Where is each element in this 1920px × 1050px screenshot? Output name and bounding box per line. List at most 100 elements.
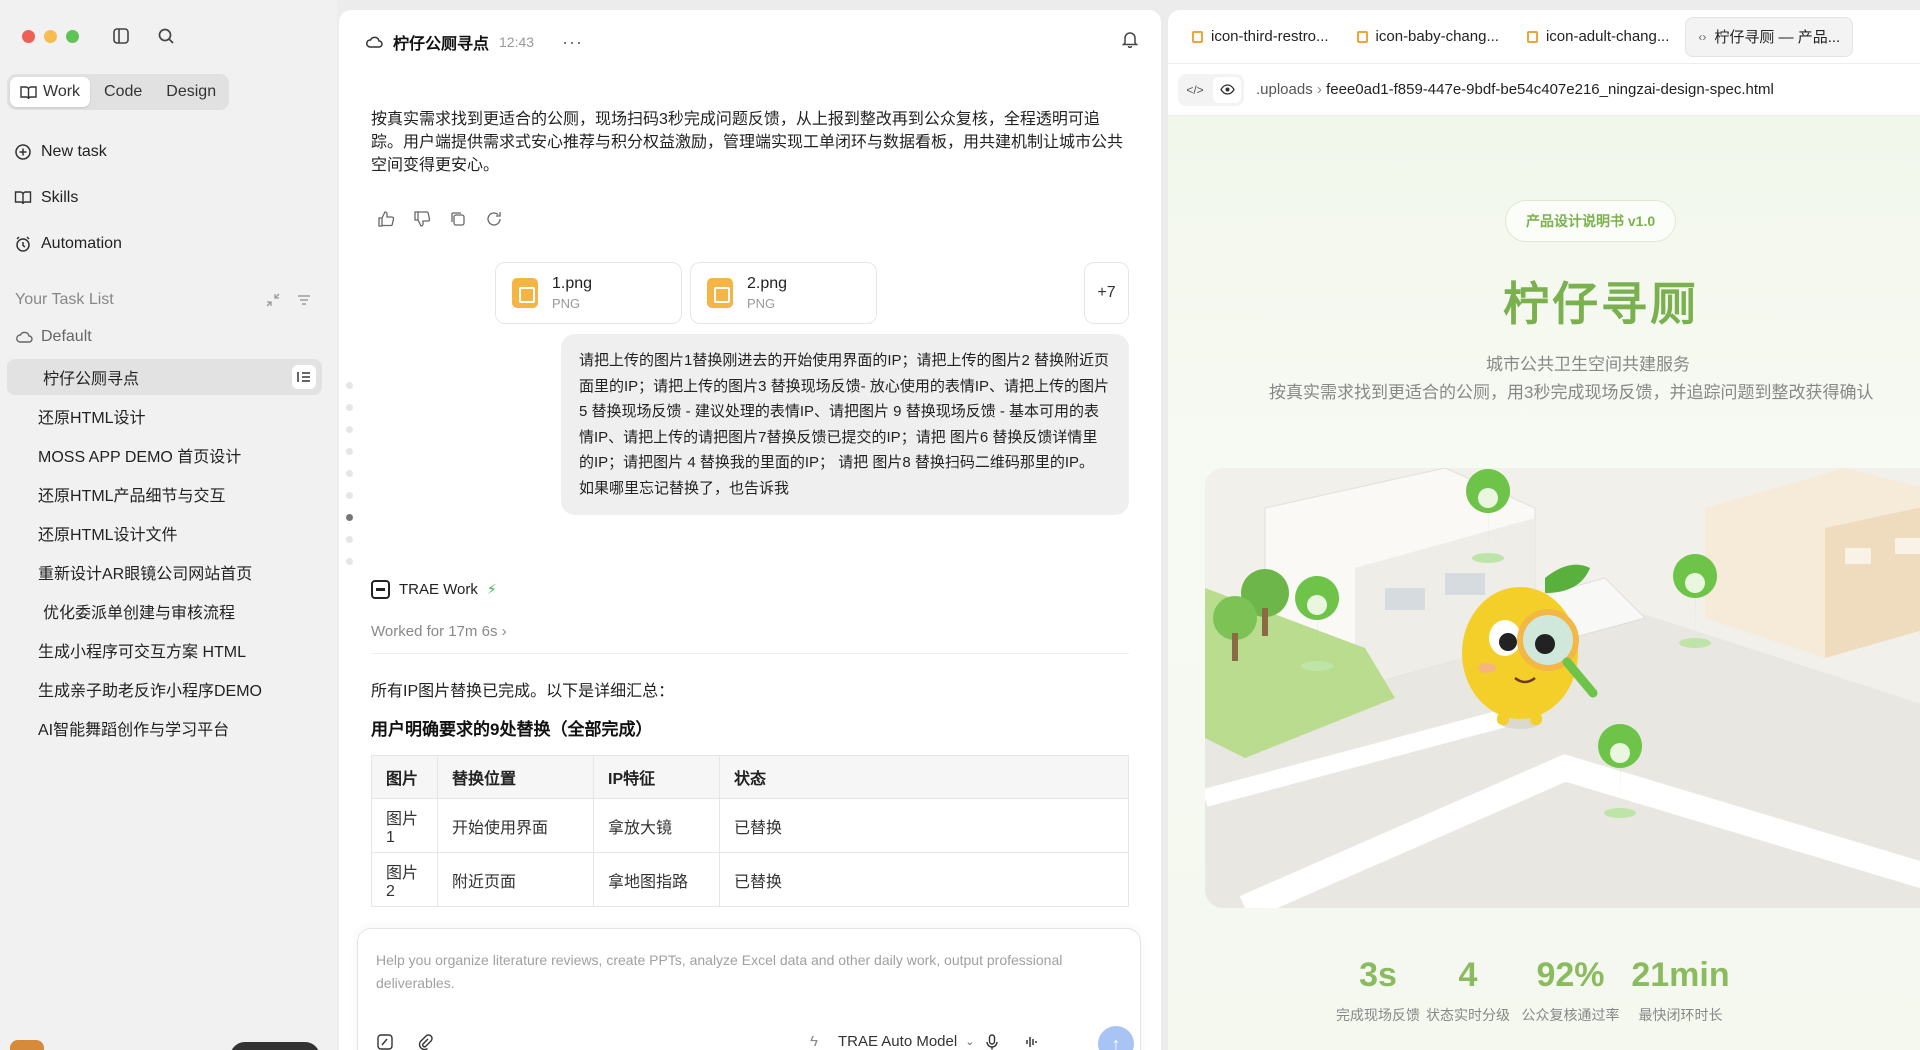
task-item[interactable]: AI智能舞蹈创作与学习平台: [7, 710, 322, 746]
table-cell: 已替换: [719, 852, 1129, 907]
send-button[interactable]: ↑: [1098, 1026, 1134, 1050]
skills-button[interactable]: Skills: [14, 189, 78, 207]
table-cell: 图片1: [371, 798, 438, 853]
task-item-label: 还原HTML设计文件: [38, 527, 178, 544]
task-item-label: 生成亲子助老反诈小程序DEMO: [38, 683, 263, 700]
preview-tab[interactable]: icon-adult-chang...: [1515, 17, 1681, 57]
mode-switch: Work Code Design: [7, 74, 229, 110]
nav-dot[interactable]: [346, 382, 353, 389]
task-item[interactable]: 生成亲子助老反诈小程序DEMO: [7, 671, 322, 707]
voice-wave-icon[interactable]: [1023, 1033, 1041, 1050]
more-attachments-button[interactable]: +7: [1084, 262, 1129, 324]
compose-icon[interactable]: [376, 1033, 394, 1050]
close-window-button[interactable]: [22, 30, 35, 43]
bell-icon[interactable]: [1121, 30, 1139, 48]
table-cell: 拿地图指路: [593, 852, 720, 907]
automation-button[interactable]: Automation: [14, 235, 122, 253]
sidebar: Work Code Design New task Skills Automat…: [0, 0, 337, 1050]
new-task-button[interactable]: New task: [14, 143, 107, 161]
nav-dot-active[interactable]: [346, 514, 353, 521]
mode-design-tab[interactable]: Design: [156, 77, 226, 107]
image-file-icon: [1356, 30, 1368, 43]
nav-dot[interactable]: [346, 404, 353, 411]
address-bar: </> .uploads › feee0ad1-f859-447e-9bdf-b…: [1168, 64, 1920, 116]
breadcrumb: .uploads › feee0ad1-f859-447e-9bdf-be54c…: [1256, 81, 1774, 98]
hero-description: 按真实需求找到更适合的公厕，用3秒完成现场反馈，并追踪问题到整改获得确认: [1269, 383, 1874, 402]
table-cell: 已替换: [719, 798, 1129, 853]
agent-name: TRAE Work: [399, 581, 478, 598]
thumbs-up-icon[interactable]: [377, 210, 395, 228]
prompt-placeholder: Help you organize literature reviews, cr…: [376, 952, 1063, 991]
nav-dot[interactable]: [346, 536, 353, 543]
divider: [371, 653, 1129, 654]
attachment-card[interactable]: 2.png PNG: [690, 262, 877, 324]
attach-icon[interactable]: [416, 1033, 434, 1050]
stat-item: 21min 最快闭环时长: [1623, 956, 1738, 1025]
preview-tab[interactable]: icon-baby-chang...: [1345, 17, 1511, 57]
task-item[interactable]: MOSS APP DEMO 首页设计: [7, 437, 322, 473]
mode-work-tab[interactable]: Work: [10, 77, 91, 107]
minimize-window-button[interactable]: [44, 30, 57, 43]
attachment-name: 2.png: [747, 275, 788, 292]
task-item-label: AI智能舞蹈创作与学习平台: [38, 722, 230, 739]
stat-value: 92%: [1536, 956, 1605, 994]
stat-value: 3s: [1359, 956, 1397, 994]
plus-circle-icon: [15, 144, 31, 160]
breadcrumb-root[interactable]: .uploads: [1256, 81, 1313, 98]
model-name: TRAE Auto Model: [837, 1033, 958, 1050]
task-item[interactable]: 重新设计AR眼镜公司网站首页: [7, 554, 322, 590]
task-item[interactable]: 还原HTML设计文件: [7, 515, 322, 551]
attachment-card[interactable]: 1.png PNG: [495, 262, 682, 324]
worked-for-toggle[interactable]: Worked for 17m 6s ›: [371, 623, 507, 640]
nav-dot[interactable]: [346, 426, 353, 433]
thumbs-down-icon[interactable]: [413, 210, 431, 228]
attachment-type: PNG: [747, 296, 776, 311]
mode-code-label: Code: [104, 83, 143, 100]
search-icon[interactable]: [157, 27, 175, 45]
task-item-label: 还原HTML设计: [38, 410, 146, 427]
nav-dot[interactable]: [346, 558, 353, 565]
nav-dot[interactable]: [346, 470, 353, 477]
maximize-window-button[interactable]: [66, 30, 79, 43]
city-mascot-illustration: [1205, 468, 1920, 908]
nav-dot[interactable]: [346, 492, 353, 499]
model-selector[interactable]: ϟ TRAE Auto Model ⌄: [810, 1033, 974, 1050]
collapse-icon[interactable]: [265, 292, 281, 308]
account-pill[interactable]: [230, 1042, 320, 1050]
chevron-right-icon: ›: [1316, 81, 1327, 98]
table-cell: 开始使用界面: [437, 798, 594, 853]
regenerate-icon[interactable]: [485, 210, 503, 228]
task-item-label: 重新设计AR眼镜公司网站首页: [38, 566, 253, 583]
preview-tab[interactable]: icon-third-restro...: [1180, 17, 1341, 57]
preview-panel: icon-third-restro... icon-baby-chang... …: [1168, 10, 1920, 1050]
prompt-input[interactable]: Help you organize literature reviews, cr…: [357, 928, 1141, 1050]
copy-icon[interactable]: [449, 210, 467, 228]
more-options-button[interactable]: ···: [562, 32, 583, 53]
stat-item: 4 状态实时分级: [1418, 956, 1518, 1025]
task-item[interactable]: 生成小程序可交互方案 HTML: [7, 632, 322, 668]
task-item[interactable]: 还原HTML产品细节与交互: [7, 476, 322, 512]
code-view-button[interactable]: </>: [1181, 77, 1209, 103]
task-item[interactable]: 还原HTML设计: [7, 398, 322, 434]
task-outline-button[interactable]: [292, 365, 316, 389]
summary-text: 所有IP图片替换已完成。以下是详细汇总：: [371, 683, 675, 700]
message-actions: [377, 210, 503, 228]
automation-label: Automation: [41, 235, 122, 252]
table-cell: 图片2: [371, 852, 438, 907]
task-item-label: 还原HTML产品细节与交互: [38, 488, 226, 505]
preview-tab-active[interactable]: ‹› 柠仔寻厕 — 产品...: [1685, 16, 1854, 57]
mode-code-tab[interactable]: Code: [94, 77, 152, 107]
nav-dot[interactable]: [346, 448, 353, 455]
preview-view-button[interactable]: [1213, 76, 1241, 103]
task-item[interactable]: 柠仔公厕寻点: [7, 359, 322, 395]
user-message: 请把上传的图片1替换刚进去的开始使用界面的IP；请把上传的图片2 替换附近页面里…: [561, 334, 1129, 515]
mode-work-label: Work: [43, 83, 81, 100]
code-icon: ‹›: [1698, 29, 1707, 44]
microphone-icon[interactable]: [983, 1033, 1001, 1050]
filter-icon[interactable]: [296, 292, 312, 308]
attachment-name: 1.png: [552, 275, 593, 292]
avatar[interactable]: [10, 1040, 44, 1050]
task-item[interactable]: 优化委派单创建与审核流程: [7, 593, 322, 629]
sidebar-toggle-icon[interactable]: [112, 27, 130, 45]
task-group-default[interactable]: Default: [15, 328, 92, 346]
